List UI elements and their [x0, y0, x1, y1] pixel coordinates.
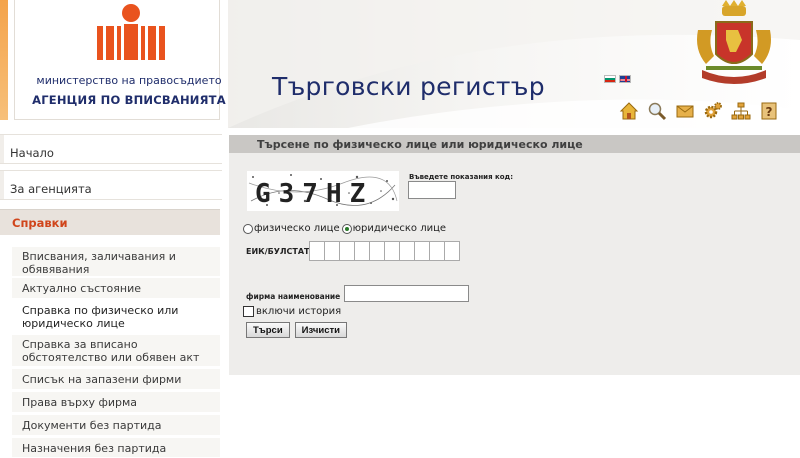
- eik-digit-cell[interactable]: [339, 241, 355, 261]
- person-type-radios: физическо лице юридическо лице: [243, 223, 446, 234]
- button-row: Търси Изчисти: [246, 322, 347, 338]
- english-flag-icon[interactable]: [619, 75, 631, 83]
- agency-logo-area: министерство на правосъдието АГЕНЦИЯ ПО …: [0, 0, 228, 120]
- search-panel: Търсене по физическо лице или юридическо…: [229, 135, 800, 375]
- subnav-item-person-search[interactable]: Справка по физическо или юридическо лице: [12, 301, 220, 331]
- eik-digit-cell[interactable]: [399, 241, 415, 261]
- eik-digit-cell[interactable]: [414, 241, 430, 261]
- nav-item-agency[interactable]: За агенцията: [0, 170, 222, 200]
- coat-of-arms-icon: [697, 0, 771, 84]
- home-icon[interactable]: [618, 100, 639, 121]
- captcha-label: Въведете показания код:: [409, 173, 514, 181]
- sitemap-icon[interactable]: [730, 100, 751, 121]
- eik-input[interactable]: [309, 241, 460, 261]
- radio-legal-person-label: юридическо лице: [352, 223, 447, 234]
- bulgarian-flag-icon[interactable]: [604, 75, 616, 83]
- agency-name: АГЕНЦИЯ ПО ВПИСВАНИЯТА: [32, 93, 226, 107]
- include-history-checkbox[interactable]: [243, 306, 254, 317]
- help-icon[interactable]: ?: [758, 100, 779, 121]
- ministry-name: министерство на правосъдието: [36, 74, 222, 87]
- clear-button[interactable]: Изчисти: [294, 322, 347, 338]
- search-icon[interactable]: [646, 100, 667, 121]
- radio-natural-person-label: физическо лице: [254, 223, 340, 234]
- subnav-item-documents-no-party[interactable]: Документи без партида: [12, 415, 220, 436]
- eik-digit-cell[interactable]: [324, 241, 340, 261]
- mail-icon[interactable]: [674, 100, 695, 121]
- logo-box[interactable]: министерство на правосъдието АГЕНЦИЯ ПО …: [14, 0, 226, 120]
- page: министерство на правосъдието АГЕНЦИЯ ПО …: [0, 0, 800, 458]
- site-banner: Търговски регистър ?: [228, 0, 800, 128]
- captcha-text: G37HZ: [255, 179, 373, 209]
- settings-icon[interactable]: [702, 100, 723, 121]
- search-button[interactable]: Търси: [246, 322, 290, 338]
- nav-accent: [0, 171, 4, 199]
- site-title: Търговски регистър: [272, 72, 545, 101]
- firm-name-label: фирма наименование: [246, 292, 341, 301]
- subnav-item-circumstance-search[interactable]: Справка за вписано обстоятелство или обя…: [12, 335, 220, 367]
- subnav-item-current-state[interactable]: Актуално състояние: [12, 278, 220, 299]
- eik-digit-cell[interactable]: [309, 241, 325, 261]
- include-history-row: включи история: [243, 306, 341, 317]
- eik-label: ЕИК/БУЛСТАТ: [246, 247, 310, 256]
- language-flags: [604, 75, 631, 83]
- eik-digit-cell[interactable]: [369, 241, 385, 261]
- subnav-item-appointments-no-party[interactable]: Назначения без партида: [12, 438, 220, 458]
- eik-digit-cell[interactable]: [354, 241, 370, 261]
- orange-accent-bar: [0, 0, 8, 120]
- toolbar: ?: [618, 100, 779, 121]
- svg-text:?: ?: [765, 105, 772, 119]
- eik-digit-cell[interactable]: [444, 241, 460, 261]
- nav-accent: [0, 135, 4, 163]
- nav-item-home[interactable]: Начало: [0, 134, 222, 164]
- captcha-image: G37HZ: [247, 171, 399, 211]
- agency-logo-icon: [97, 4, 165, 60]
- eik-digit-cell[interactable]: [384, 241, 400, 261]
- include-history-label: включи история: [256, 306, 342, 317]
- nav-item-label: За агенцията: [10, 182, 92, 196]
- radio-natural-person[interactable]: [243, 223, 253, 234]
- eik-digit-cell[interactable]: [429, 241, 445, 261]
- captcha-input[interactable]: [408, 181, 456, 199]
- subnav-item-firm-rights[interactable]: Права върху фирма: [12, 392, 220, 413]
- subnav-item-reserved-firms[interactable]: Списък на запазени фирми: [12, 369, 220, 390]
- firm-name-input[interactable]: [344, 285, 469, 302]
- nav-item-label: Начало: [10, 146, 54, 160]
- subnav-item-entries[interactable]: Вписвания, заличавания и обявявания: [12, 247, 220, 277]
- radio-legal-person[interactable]: [341, 223, 352, 234]
- nav-item-reports[interactable]: Справки: [0, 209, 220, 235]
- search-panel-header: Търсене по физическо лице или юридическо…: [229, 135, 800, 153]
- left-navigation: Начало За агенцията Справки Вписвания, з…: [0, 120, 228, 458]
